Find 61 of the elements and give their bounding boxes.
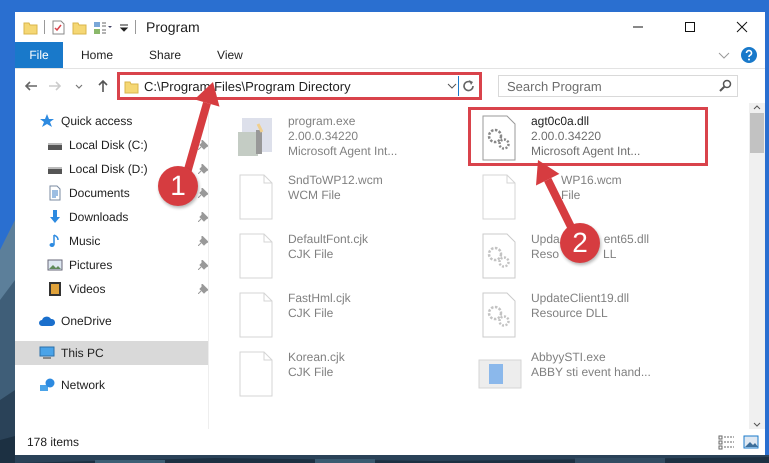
nav-item[interactable]: Music <box>15 229 208 253</box>
file-name: DefaultFont.cjk <box>288 232 368 247</box>
file-name: Korean.cjk <box>288 350 345 365</box>
file-name: ent65.dll <box>604 232 650 247</box>
window-title: Program <box>145 19 200 35</box>
refresh-icon[interactable] <box>461 78 477 94</box>
file-detail: CJK File <box>288 365 334 380</box>
file-name: UpdateClient19.dll <box>531 291 630 306</box>
large-icons-view-icon[interactable] <box>743 434 759 450</box>
file-detail: Microsoft Agent Int... <box>531 144 640 159</box>
maximize-icon[interactable] <box>682 19 698 35</box>
file-tab[interactable]: File <box>15 42 63 68</box>
nav-item[interactable]: Videos <box>15 277 208 301</box>
file-detail: CJK File <box>288 247 334 262</box>
network-icon <box>39 377 55 393</box>
nav-item[interactable]: Local Disk (C:) <box>15 133 208 157</box>
search-field[interactable]: Search Program <box>498 75 738 97</box>
file-detail: 2.00.0.34220 <box>288 129 358 144</box>
folder-icon <box>124 78 139 94</box>
file-name: SndToWP12.wcm <box>288 173 383 188</box>
downloads-icon <box>47 209 63 225</box>
file-name: program.exe <box>288 114 356 129</box>
nav-item[interactable]: Network <box>15 373 208 397</box>
nav-item[interactable]: OneDrive <box>15 309 208 333</box>
file-detail: LL <box>603 247 616 262</box>
file-detail: ABBY sti event hand... <box>531 365 651 380</box>
ribbon-tab[interactable]: View <box>199 42 261 68</box>
file-detail: Resource DLL <box>531 306 608 321</box>
view-options-icon[interactable] <box>93 20 113 34</box>
scrollbar[interactable] <box>749 103 765 429</box>
nav-item[interactable]: Downloads <box>15 205 208 229</box>
nav-item[interactable]: Quick access <box>15 109 208 133</box>
ribbon-tab[interactable]: Home <box>63 42 132 68</box>
file-name: FastHml.cjk <box>288 291 351 306</box>
close-icon[interactable] <box>734 19 750 35</box>
file-detail: Microsoft Agent Int... <box>288 144 398 159</box>
item-count: 178 items <box>27 435 80 449</box>
scroll-thumb[interactable] <box>750 113 764 153</box>
properties-icon[interactable] <box>51 20 66 34</box>
videos-icon <box>47 281 63 297</box>
scroll-up-icon[interactable] <box>752 103 762 111</box>
file-detail: Reso <box>531 247 560 262</box>
ribbon-tab[interactable]: Share <box>131 42 200 68</box>
file-name: agt0c0a.dll <box>531 114 590 129</box>
file-name: WP16.wcm <box>561 173 622 188</box>
nav-item[interactable]: Pictures <box>15 253 208 277</box>
help-icon[interactable] <box>741 47 757 63</box>
file-detail: File <box>561 188 580 203</box>
pc-icon <box>39 345 55 361</box>
documents-icon <box>47 185 63 201</box>
scroll-down-icon[interactable] <box>752 421 762 429</box>
pictures-icon <box>47 257 63 273</box>
file-detail: 2.00.0.34220 <box>531 129 602 144</box>
details-view-icon[interactable] <box>718 434 735 450</box>
file-detail: WCM File <box>288 188 341 203</box>
file-name: Upda <box>531 232 560 247</box>
file-name: AbbyySTI.exe <box>531 350 606 365</box>
file-detail: CJK File <box>288 306 334 321</box>
star-icon <box>39 113 55 129</box>
nav-item[interactable]: This PC <box>15 341 208 365</box>
search-icon[interactable] <box>718 79 732 93</box>
